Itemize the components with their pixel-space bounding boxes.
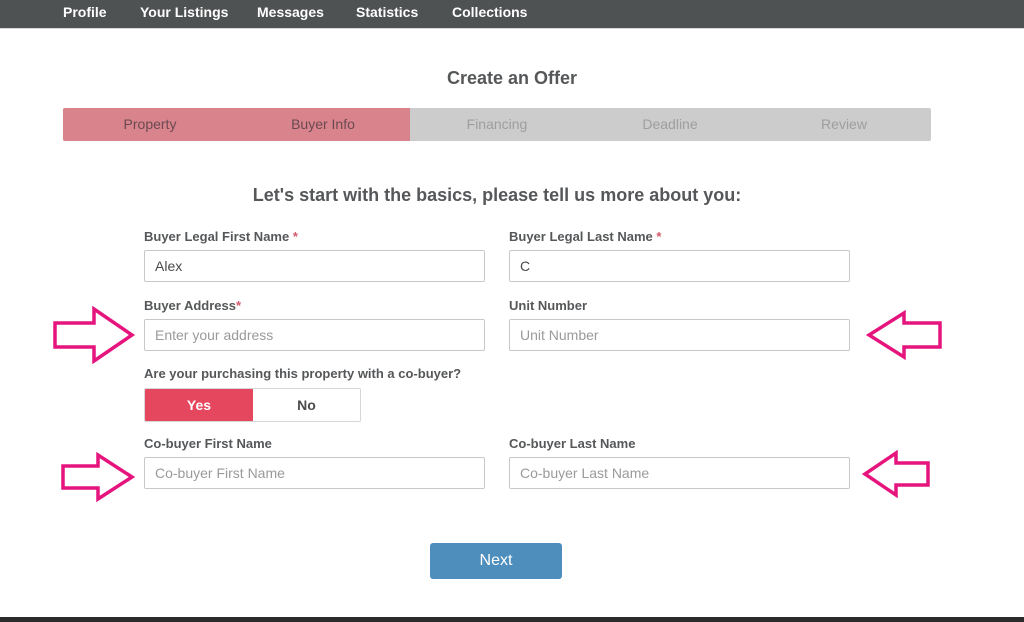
next-button[interactable]: Next (430, 543, 562, 579)
arrow-left-icon (866, 310, 942, 360)
address-label-text: Buyer Address (144, 298, 236, 313)
cobuyer-toggle: Yes No (144, 388, 361, 422)
page-title: Create an Offer (446, 68, 578, 88)
address-label: Buyer Address* (144, 298, 241, 313)
form-subtitle: Let's start with the basics, please tell… (252, 185, 742, 205)
first-name-label-text: Buyer Legal First Name (144, 229, 290, 244)
required-marker: * (292, 229, 298, 244)
nav-item-profile[interactable]: Profile (63, 4, 107, 20)
first-name-input[interactable] (144, 250, 485, 282)
top-navigation: Profile Your Listings Messages Statistic… (0, 0, 1024, 29)
arrow-left-icon (862, 450, 930, 498)
required-marker: * (656, 229, 662, 244)
step-deadline: Deadline (642, 116, 698, 132)
cobuyer-question: Are your purchasing this property with a… (144, 366, 462, 381)
cobuyer-last-name-label: Co-buyer Last Name (509, 436, 636, 451)
nav-item-statistics[interactable]: Statistics (356, 4, 418, 20)
nav-item-collections[interactable]: Collections (452, 4, 527, 20)
arrow-right-icon (53, 306, 136, 364)
first-name-label: Buyer Legal First Name * (144, 229, 298, 244)
nav-item-your-listings[interactable]: Your Listings (140, 4, 228, 20)
footer-bar (0, 617, 1024, 622)
cobuyer-first-name-label: Co-buyer First Name (144, 436, 272, 451)
unit-number-input[interactable] (509, 319, 850, 351)
cobuyer-yes-button[interactable]: Yes (145, 389, 253, 421)
cobuyer-last-name-input[interactable] (509, 457, 850, 489)
step-review: Review (821, 116, 867, 132)
progress-stepper: Property Buyer Info Financing Deadline R… (63, 108, 931, 141)
last-name-label-text: Buyer Legal Last Name (509, 229, 653, 244)
cobuyer-first-name-input[interactable] (144, 457, 485, 489)
step-property[interactable]: Property (63, 108, 237, 141)
step-buyer-info[interactable]: Buyer Info (236, 108, 410, 141)
last-name-input[interactable] (509, 250, 850, 282)
step-financing: Financing (466, 116, 528, 132)
last-name-label: Buyer Legal Last Name * (509, 229, 661, 244)
cobuyer-no-button[interactable]: No (253, 389, 360, 421)
arrow-right-icon (61, 452, 136, 502)
address-input[interactable] (144, 319, 485, 351)
required-marker: * (236, 298, 242, 313)
unit-number-label: Unit Number (509, 298, 587, 313)
nav-item-messages[interactable]: Messages (257, 4, 324, 20)
